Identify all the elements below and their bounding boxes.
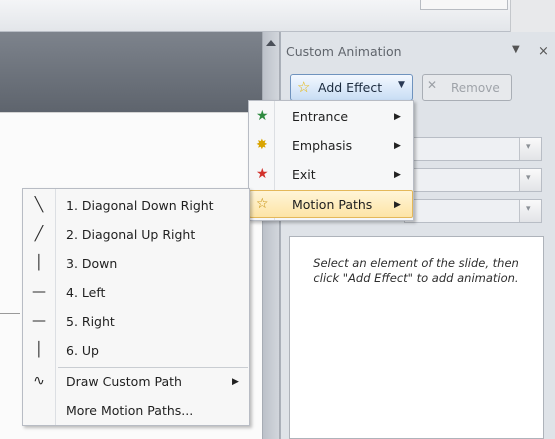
submenu-arrow-icon: ▶ xyxy=(394,141,401,151)
pane-options-caret-icon[interactable]: ▼ xyxy=(512,44,520,55)
menu-item-label: Entrance xyxy=(292,109,349,124)
animation-hint: Select an element of the slide, then cli… xyxy=(313,256,519,285)
menu-item-exit[interactable] xyxy=(249,160,413,188)
submenu-item-left[interactable]: 4. Left xyxy=(66,285,105,300)
ribbon-group-box xyxy=(420,0,508,10)
workspace-background xyxy=(0,32,262,112)
diagonal-up-right-icon: ╱ xyxy=(34,226,44,242)
submenu-item-diagonal-up-right[interactable]: 2. Diagonal Up Right xyxy=(66,227,195,242)
slide-edge-mark xyxy=(0,313,20,314)
submenu-item-right[interactable]: 5. Right xyxy=(66,314,115,329)
menu-item-label: Exit xyxy=(292,167,316,182)
draw-custom-path-icon: ∿ xyxy=(33,373,45,389)
motion-paths-submenu xyxy=(22,188,250,426)
submenu-arrow-icon: ▶ xyxy=(394,170,401,180)
scroll-up-arrow-icon[interactable] xyxy=(266,40,276,46)
submenu-icon-divider xyxy=(55,189,56,425)
pane-title: Custom Animation xyxy=(286,44,402,59)
remove-icon: ✕ xyxy=(427,78,438,92)
add-effect-star-icon: ☆ xyxy=(297,78,311,96)
left-line-icon: — xyxy=(32,284,46,300)
down-line-icon: │ xyxy=(34,255,44,271)
submenu-item-more-motion-paths[interactable]: More Motion Paths... xyxy=(66,403,193,418)
motion-paths-star-icon: ☆ xyxy=(256,196,269,212)
menu-item-label: Emphasis xyxy=(292,138,353,153)
add-effect-label: Add Effect xyxy=(318,80,383,95)
submenu-divider xyxy=(58,367,248,368)
chevron-down-icon: ▾ xyxy=(526,173,531,183)
entrance-star-icon: ★ xyxy=(256,108,269,124)
submenu-item-down[interactable]: 3. Down xyxy=(66,256,117,271)
add-effect-caret-icon: ▼ xyxy=(398,80,405,90)
chevron-down-icon: ▾ xyxy=(526,142,531,152)
right-line-icon: — xyxy=(32,313,46,329)
exit-star-icon: ★ xyxy=(256,166,269,182)
menu-item-label: Motion Paths xyxy=(292,197,373,212)
ribbon-edge xyxy=(510,0,555,32)
emphasis-star-icon: ✸ xyxy=(256,137,268,153)
diagonal-down-right-icon: ╲ xyxy=(34,197,44,213)
submenu-item-diagonal-down-right[interactable]: 1. Diagonal Down Right xyxy=(66,198,214,213)
up-line-icon: │ xyxy=(34,342,44,358)
submenu-arrow-icon: ▶ xyxy=(232,377,239,387)
chevron-down-icon: ▾ xyxy=(526,204,531,214)
vertical-scrollbar[interactable] xyxy=(262,32,280,439)
submenu-item-draw-custom-path[interactable]: Draw Custom Path xyxy=(66,374,182,389)
submenu-arrow-icon: ▶ xyxy=(394,112,401,122)
submenu-arrow-icon: ▶ xyxy=(394,200,401,210)
pane-close-icon[interactable]: × xyxy=(538,44,549,59)
remove-label: Remove xyxy=(451,81,500,95)
submenu-item-up[interactable]: 6. Up xyxy=(66,343,99,358)
